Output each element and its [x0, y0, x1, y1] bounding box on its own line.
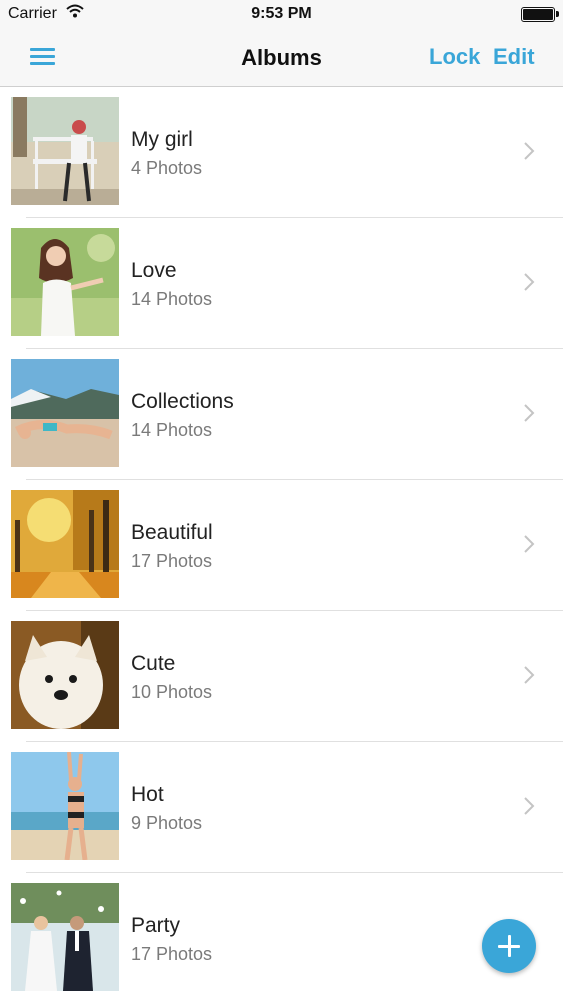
- album-thumbnail: [11, 228, 119, 336]
- chevron-right-icon: [524, 535, 535, 553]
- album-name: My girl: [131, 128, 193, 151]
- album-thumbnail: [11, 97, 119, 205]
- album-name: Party: [131, 914, 181, 937]
- album-row-cute[interactable]: Cute 10 Photos: [0, 611, 563, 742]
- album-name: Cute: [131, 652, 176, 675]
- album-thumbnail: [11, 359, 119, 467]
- album-row-hot[interactable]: Hot 9 Photos: [0, 742, 563, 873]
- album-row-love[interactable]: Love 14 Photos: [0, 218, 563, 349]
- album-photo-count: 10 Photos: [131, 682, 213, 702]
- album-row-party[interactable]: Party 17 Photos: [0, 873, 563, 1000]
- album-thumbnail: [11, 490, 119, 598]
- album-photo-count: 14 Photos: [131, 289, 213, 309]
- album-name: Collections: [131, 390, 234, 413]
- clock-time: 9:53 PM: [251, 5, 312, 22]
- album-row-beautiful[interactable]: Beautiful 17 Photos: [0, 480, 563, 611]
- album-thumbnail: [11, 621, 119, 729]
- edit-button[interactable]: Edit: [493, 44, 535, 70]
- album-row-my-girl[interactable]: My girl 4 Photos: [0, 87, 563, 218]
- album-photo-count: 4 Photos: [131, 158, 203, 178]
- battery-icon: [521, 7, 559, 22]
- chevron-right-icon: [524, 404, 535, 422]
- album-photo-count: 17 Photos: [131, 551, 213, 571]
- chevron-right-icon: [524, 797, 535, 815]
- album-photo-count: 17 Photos: [131, 944, 213, 964]
- album-name: Beautiful: [131, 521, 213, 544]
- album-photo-count: 14 Photos: [131, 420, 213, 440]
- add-album-button[interactable]: [482, 919, 536, 973]
- album-row-collections[interactable]: Collections 14 Photos: [0, 349, 563, 480]
- album-list: My girl 4 Photos Love 14 Photos Collecti…: [0, 87, 563, 1000]
- album-name: Love: [131, 259, 177, 282]
- chevron-right-icon: [524, 142, 535, 160]
- chevron-right-icon: [524, 666, 535, 684]
- album-thumbnail: [11, 752, 119, 860]
- album-thumbnail: [11, 883, 119, 991]
- lock-button[interactable]: Lock: [429, 44, 480, 70]
- album-name: Hot: [131, 783, 164, 806]
- navigation-bar: Albums Lock Edit: [0, 30, 563, 87]
- chevron-right-icon: [524, 273, 535, 291]
- album-photo-count: 9 Photos: [131, 813, 203, 833]
- status-bar: Carrier 9:53 PM: [0, 0, 563, 30]
